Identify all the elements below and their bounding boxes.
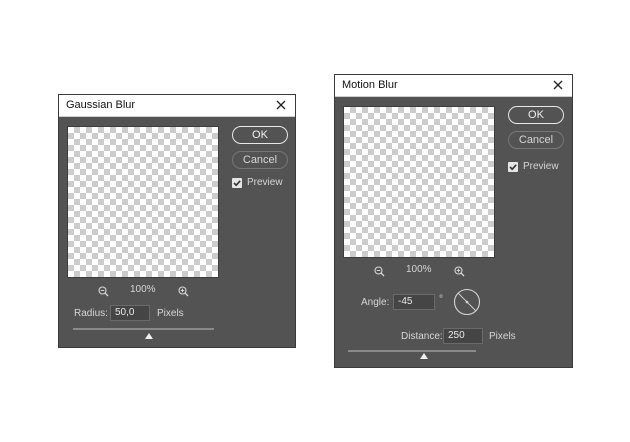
angle-dial-icon[interactable] <box>453 288 481 321</box>
distance-slider-track[interactable] <box>348 350 476 352</box>
gaussian-blur-dialog: Gaussian Blur OK Cancel Preview 100% Rad… <box>58 94 296 348</box>
distance-slider-thumb[interactable] <box>420 353 428 359</box>
close-icon[interactable] <box>551 78 565 92</box>
checkmark-icon <box>509 164 517 171</box>
radius-slider-track[interactable] <box>73 328 214 330</box>
distance-unit: Pixels <box>489 331 516 342</box>
motion-preview-area[interactable] <box>343 106 495 258</box>
radius-input[interactable]: 50,0 <box>110 305 150 321</box>
gaussian-cancel-button[interactable]: Cancel <box>232 151 288 169</box>
angle-label: Angle: <box>361 297 390 308</box>
zoom-in-icon[interactable] <box>178 284 189 297</box>
distance-input[interactable]: 250 <box>443 328 483 344</box>
gaussian-preview-checkbox[interactable] <box>232 178 242 188</box>
angle-unit: ° <box>439 294 443 305</box>
zoom-out-icon[interactable] <box>374 264 385 277</box>
motion-titlebar: Motion Blur <box>335 75 572 97</box>
gaussian-preview-label: Preview <box>247 177 283 188</box>
gaussian-ok-button[interactable]: OK <box>232 126 288 144</box>
radius-unit: Pixels <box>157 308 184 319</box>
motion-title: Motion Blur <box>342 79 398 91</box>
distance-label: Distance: <box>401 331 443 342</box>
motion-preview-label: Preview <box>523 161 559 172</box>
radius-slider-thumb[interactable] <box>145 333 153 339</box>
zoom-in-icon[interactable] <box>454 264 465 277</box>
motion-blur-dialog: Motion Blur OK Cancel Preview 100% Angle… <box>334 74 573 368</box>
motion-cancel-button[interactable]: Cancel <box>508 131 564 149</box>
motion-zoom-level: 100% <box>406 264 432 275</box>
gaussian-preview-area[interactable] <box>67 126 219 278</box>
checkmark-icon <box>233 180 241 187</box>
gaussian-title: Gaussian Blur <box>66 99 136 111</box>
zoom-out-icon[interactable] <box>98 284 109 297</box>
gaussian-zoom-level: 100% <box>130 284 156 295</box>
motion-ok-button[interactable]: OK <box>508 106 564 124</box>
motion-preview-checkbox[interactable] <box>508 162 518 172</box>
radius-label: Radius: <box>74 308 108 319</box>
gaussian-titlebar: Gaussian Blur <box>59 95 295 117</box>
angle-input[interactable]: -45 <box>393 294 435 310</box>
close-icon[interactable] <box>274 98 288 112</box>
